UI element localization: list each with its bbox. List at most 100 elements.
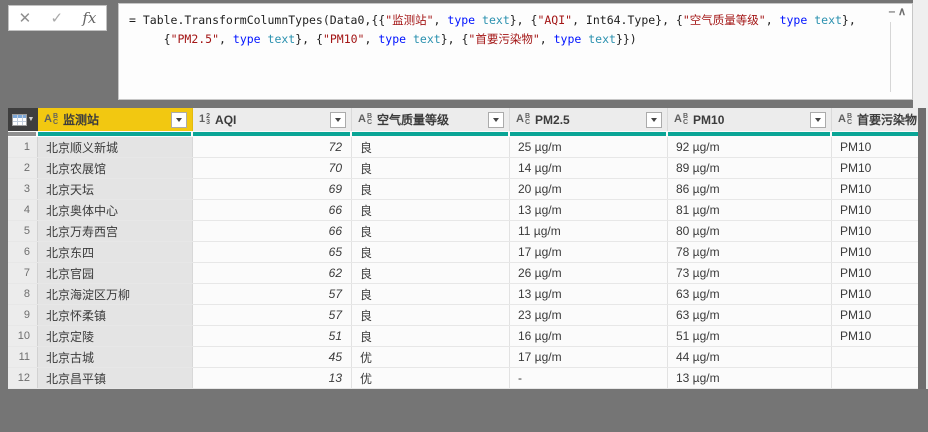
cell[interactable]: PM10 bbox=[832, 242, 918, 262]
cell[interactable]: 89 µg/m bbox=[668, 158, 832, 178]
row-number[interactable]: 7 bbox=[8, 263, 38, 283]
cell[interactable]: 良 bbox=[352, 158, 510, 178]
filter-button[interactable] bbox=[646, 111, 662, 128]
cell[interactable]: 78 µg/m bbox=[668, 242, 832, 262]
cell[interactable]: - bbox=[510, 368, 668, 388]
cell[interactable]: PM10 bbox=[832, 284, 918, 304]
cell[interactable]: 良 bbox=[352, 263, 510, 283]
cell[interactable]: 66 bbox=[193, 200, 352, 220]
cell[interactable]: 北京官园 bbox=[38, 263, 193, 283]
column-header-station[interactable]: A B C 监测站 bbox=[38, 108, 193, 131]
cell[interactable]: 20 µg/m bbox=[510, 179, 668, 199]
cell[interactable]: 81 µg/m bbox=[668, 200, 832, 220]
cell[interactable]: 62 bbox=[193, 263, 352, 283]
cell[interactable]: 良 bbox=[352, 179, 510, 199]
row-number[interactable]: 6 bbox=[8, 242, 38, 262]
row-number[interactable]: 12 bbox=[8, 368, 38, 388]
cell[interactable]: 良 bbox=[352, 284, 510, 304]
cell[interactable]: 51 µg/m bbox=[668, 326, 832, 346]
cell[interactable] bbox=[832, 347, 918, 367]
formula-scrollbar[interactable] bbox=[890, 22, 891, 92]
row-number[interactable]: 2 bbox=[8, 158, 38, 178]
cell[interactable]: PM10 bbox=[832, 200, 918, 220]
cell[interactable]: 73 µg/m bbox=[668, 263, 832, 283]
cell[interactable]: 北京怀柔镇 bbox=[38, 305, 193, 325]
cell[interactable] bbox=[832, 368, 918, 388]
cell[interactable]: 57 bbox=[193, 284, 352, 304]
cell[interactable]: 13 µg/m bbox=[668, 368, 832, 388]
cell[interactable]: 优 bbox=[352, 368, 510, 388]
cell[interactable]: 63 µg/m bbox=[668, 305, 832, 325]
cell[interactable]: PM10 bbox=[832, 263, 918, 283]
cell[interactable]: 86 µg/m bbox=[668, 179, 832, 199]
grid-vertical-scrollbar[interactable] bbox=[918, 108, 926, 389]
cell[interactable]: 66 bbox=[193, 221, 352, 241]
cell[interactable]: 北京海淀区万柳 bbox=[38, 284, 193, 304]
row-number[interactable]: 11 bbox=[8, 347, 38, 367]
cell[interactable]: 13 µg/m bbox=[510, 284, 668, 304]
cell[interactable]: 北京定陵 bbox=[38, 326, 193, 346]
filter-button[interactable] bbox=[330, 111, 346, 128]
column-header-pm25[interactable]: A B C PM2.5 bbox=[510, 108, 668, 131]
cell[interactable]: 65 bbox=[193, 242, 352, 262]
cell[interactable]: 北京农展馆 bbox=[38, 158, 193, 178]
cell[interactable]: PM10 bbox=[832, 179, 918, 199]
cell[interactable]: 17 µg/m bbox=[510, 242, 668, 262]
filter-button[interactable] bbox=[810, 111, 826, 128]
cell[interactable]: 11 µg/m bbox=[510, 221, 668, 241]
formula-confirm-icon[interactable]: ✓ bbox=[50, 11, 63, 26]
row-number[interactable]: 5 bbox=[8, 221, 38, 241]
cell[interactable]: PM10 bbox=[832, 158, 918, 178]
cell[interactable]: 26 µg/m bbox=[510, 263, 668, 283]
cell[interactable]: 北京昌平镇 bbox=[38, 368, 193, 388]
cell[interactable]: 良 bbox=[352, 200, 510, 220]
cell[interactable]: PM10 bbox=[832, 305, 918, 325]
cell[interactable]: 良 bbox=[352, 221, 510, 241]
cell[interactable]: PM10 bbox=[832, 326, 918, 346]
cell[interactable]: 51 bbox=[193, 326, 352, 346]
column-header-pm10[interactable]: A B C PM10 bbox=[668, 108, 832, 131]
cell[interactable]: 良 bbox=[352, 137, 510, 157]
cell[interactable]: 14 µg/m bbox=[510, 158, 668, 178]
cell[interactable]: 70 bbox=[193, 158, 352, 178]
row-number[interactable]: 10 bbox=[8, 326, 38, 346]
cell[interactable]: 北京天坛 bbox=[38, 179, 193, 199]
cell[interactable]: PM10 bbox=[832, 221, 918, 241]
filter-button[interactable] bbox=[488, 111, 504, 128]
cell[interactable]: 13 bbox=[193, 368, 352, 388]
row-number[interactable]: 1 bbox=[8, 137, 38, 157]
formula-collapse-button[interactable]: ‒ ∧ bbox=[889, 7, 906, 18]
cell[interactable]: 北京奥体中心 bbox=[38, 200, 193, 220]
column-header-aqi[interactable]: 1 2 3 AQI bbox=[193, 108, 352, 131]
cell[interactable]: 优 bbox=[352, 347, 510, 367]
select-all-button[interactable]: ▼ bbox=[8, 108, 38, 131]
cell[interactable]: 北京古城 bbox=[38, 347, 193, 367]
cell[interactable]: 北京万寿西宫 bbox=[38, 221, 193, 241]
cell[interactable]: 良 bbox=[352, 305, 510, 325]
cell[interactable]: 良 bbox=[352, 242, 510, 262]
cell[interactable]: 45 bbox=[193, 347, 352, 367]
cell[interactable]: 良 bbox=[352, 326, 510, 346]
column-header-air-quality-grade[interactable]: A B C 空气质量等级 bbox=[352, 108, 510, 131]
row-number[interactable]: 4 bbox=[8, 200, 38, 220]
cell[interactable]: 69 bbox=[193, 179, 352, 199]
chevron-up-icon[interactable]: ∧ bbox=[898, 7, 906, 18]
cell[interactable]: 25 µg/m bbox=[510, 137, 668, 157]
cell[interactable]: 23 µg/m bbox=[510, 305, 668, 325]
cell[interactable]: 北京顺义新城 bbox=[38, 137, 193, 157]
cell[interactable]: 13 µg/m bbox=[510, 200, 668, 220]
cell[interactable]: 北京东四 bbox=[38, 242, 193, 262]
row-number[interactable]: 8 bbox=[8, 284, 38, 304]
cell[interactable]: 17 µg/m bbox=[510, 347, 668, 367]
cell[interactable]: 80 µg/m bbox=[668, 221, 832, 241]
cell[interactable]: 57 bbox=[193, 305, 352, 325]
cell[interactable]: 72 bbox=[193, 137, 352, 157]
formula-bar[interactable]: = Table.TransformColumnTypes(Data0,{{"监测… bbox=[118, 3, 913, 100]
cell[interactable]: 63 µg/m bbox=[668, 284, 832, 304]
filter-button[interactable] bbox=[171, 111, 187, 128]
cell[interactable]: PM10 bbox=[832, 137, 918, 157]
row-number[interactable]: 3 bbox=[8, 179, 38, 199]
cell[interactable]: 16 µg/m bbox=[510, 326, 668, 346]
row-number[interactable]: 9 bbox=[8, 305, 38, 325]
column-header-primary-pollutant[interactable]: A B C 首要污染物 bbox=[832, 108, 918, 131]
